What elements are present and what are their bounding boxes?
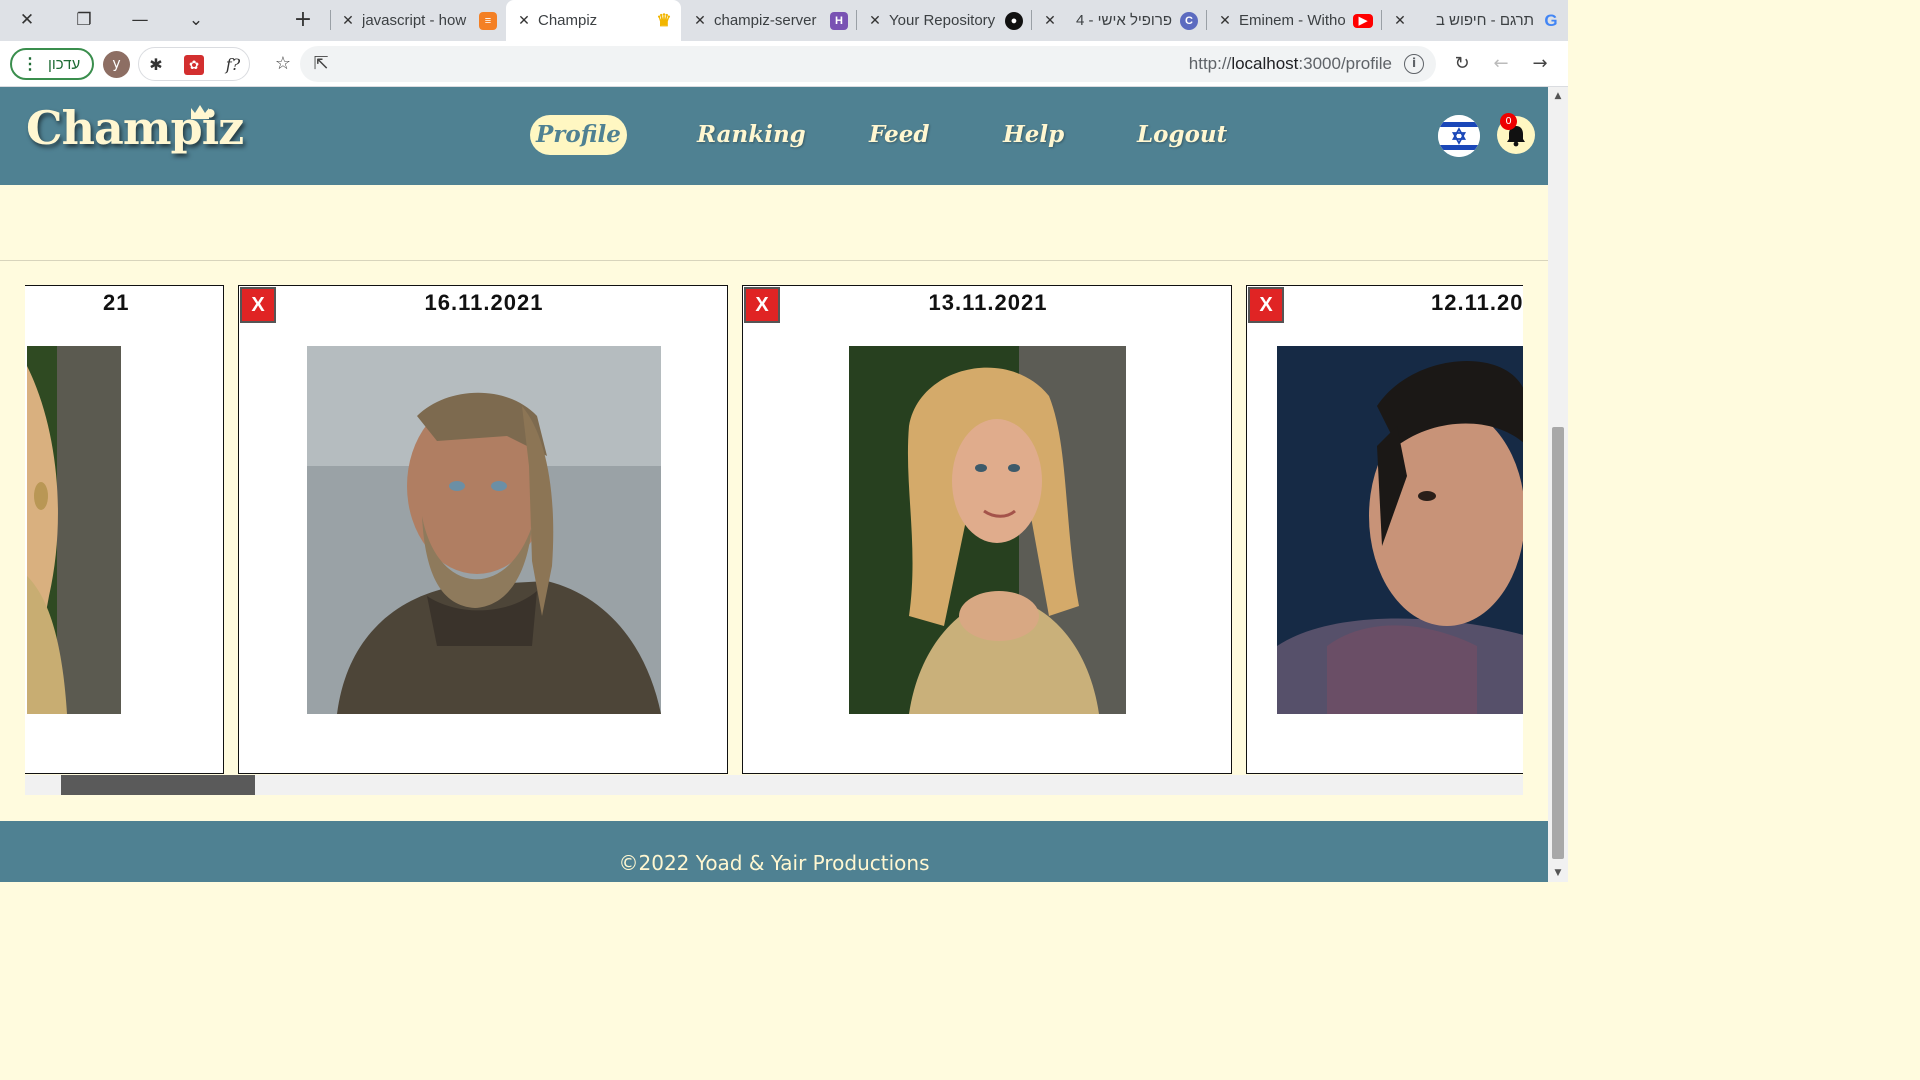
back-arrow-icon[interactable]: ← — [1490, 53, 1512, 75]
browser-tab[interactable]: ✕ Eminem - Without ▶ — [1207, 0, 1381, 41]
bookmark-star-icon[interactable]: ☆ — [272, 53, 294, 75]
nav-feed[interactable]: Feed — [869, 115, 929, 155]
photo-card: X 13.11.2021 — [742, 285, 1232, 774]
url-text: http://localhost:3000/profile — [1188, 54, 1392, 73]
israel-flag-icon — [1438, 115, 1480, 157]
close-tab-icon[interactable]: ✕ — [340, 12, 356, 29]
photo-carousel[interactable]: 21 X 16.11.2021 X 13.11.2021 X 12.11.20 — [25, 285, 1523, 795]
address-bar[interactable]: ⇱ http://localhost:3000/profile i — [300, 46, 1436, 82]
new-tab-button[interactable]: + — [289, 6, 317, 34]
extensions-group: ✱ ✿ f? — [138, 47, 250, 81]
footer-copyright: ©2022 Yoad & Yair Productions — [618, 851, 930, 875]
youtube-icon: ▶ — [1353, 13, 1373, 28]
browser-tab[interactable]: ✕ פרופיל אישי - 4 C — [1032, 0, 1206, 41]
navbar: Champiz Profile Ranking Feed Help Logout… — [0, 87, 1548, 185]
carousel-scrollbar[interactable] — [25, 775, 1523, 795]
page-scrollbar[interactable]: ▲ ▼ — [1548, 87, 1568, 882]
forward-arrow-icon[interactable]: → — [1529, 53, 1551, 75]
chevron-down-icon[interactable]: ⌄ — [182, 6, 210, 34]
minimize-window-icon[interactable]: — — [126, 6, 154, 34]
nav-help[interactable]: Help — [1003, 115, 1064, 155]
nav-ranking[interactable]: Ranking — [697, 115, 806, 155]
puzzle-extensions-icon[interactable]: ✱ — [146, 55, 166, 75]
extension-app-icon[interactable]: ✿ — [184, 55, 204, 75]
github-icon: ● — [1005, 11, 1023, 30]
update-button[interactable]: ⋮ עדכון — [10, 48, 94, 80]
reload-icon[interactable]: ↻ — [1451, 53, 1473, 75]
browser-tab-active[interactable]: ✕ Champiz ♛ — [506, 0, 681, 41]
avatar[interactable]: y — [103, 51, 130, 78]
card-date: 16.11.2021 — [424, 290, 544, 315]
page-viewport: Champiz Profile Ranking Feed Help Logout… — [0, 87, 1548, 882]
browser-tab[interactable]: ✕ javascript - how ≡ — [330, 0, 505, 41]
card-date: 13.11.2021 — [928, 290, 1048, 315]
logo[interactable]: Champiz — [26, 101, 244, 155]
crown-icon — [191, 105, 209, 119]
browser-tab[interactable]: ✕ תרגם - חיפוש ב G — [1382, 0, 1568, 41]
close-tab-icon[interactable]: ✕ — [867, 12, 883, 29]
photo-man-viking — [307, 346, 661, 714]
scroll-down-icon[interactable]: ▼ — [1552, 868, 1564, 878]
close-tab-icon[interactable]: ✕ — [1042, 12, 1058, 29]
share-icon[interactable]: ⇱ — [310, 53, 332, 75]
close-tab-icon[interactable]: ✕ — [516, 12, 532, 29]
card-date: 12.11.2021 — [1431, 290, 1523, 315]
delete-photo-button[interactable]: X — [1248, 287, 1284, 323]
close-window-icon[interactable]: ✕ — [13, 6, 41, 34]
restore-window-icon[interactable]: ❐ — [70, 6, 98, 34]
more-vertical-icon: ⋮ — [22, 56, 38, 73]
heroku-icon: H — [830, 11, 848, 30]
stackoverflow-icon: ≡ — [479, 11, 497, 30]
divider — [0, 260, 1548, 261]
crown-icon: ♛ — [656, 10, 672, 30]
nav-profile[interactable]: Profile — [530, 115, 627, 155]
footer: ©2022 Yoad & Yair Productions — [0, 821, 1548, 882]
info-icon[interactable]: i — [1404, 54, 1424, 74]
browser-tab[interactable]: ✕ champiz-server H — [682, 0, 856, 41]
google-icon: G — [1544, 10, 1558, 30]
photo-woman-blonde — [849, 346, 1126, 714]
photo-man-dark-hair — [1277, 346, 1523, 714]
close-tab-icon[interactable]: ✕ — [1392, 12, 1408, 29]
photo-woman-blonde — [27, 346, 121, 714]
photo-card: X 16.11.2021 — [238, 285, 728, 774]
card-date: 21 — [103, 290, 130, 315]
close-tab-icon[interactable]: ✕ — [692, 12, 708, 29]
browser-tab-strip: ✕ ❐ — ⌄ + ✕ javascript - how ≡ ✕ Champiz… — [0, 0, 1568, 41]
notification-count-badge: 0 — [1500, 113, 1517, 130]
browser-toolbar: ⋮ עדכון y ✱ ✿ f? ☆ ⇱ http://localhost:30… — [0, 41, 1568, 87]
colorful-c-icon: C — [1180, 11, 1198, 30]
photo-card: X 12.11.2021 — [1246, 285, 1523, 774]
close-tab-icon[interactable]: ✕ — [1217, 12, 1233, 29]
carousel-scrollbar-thumb[interactable] — [61, 775, 255, 795]
browser-tab[interactable]: ✕ Your Repository ● — [857, 0, 1031, 41]
page-scrollbar-thumb[interactable] — [1552, 427, 1564, 859]
nav-logout[interactable]: Logout — [1137, 115, 1227, 155]
formula-extension-icon[interactable]: f? — [223, 55, 243, 75]
photo-card: 21 — [25, 285, 224, 774]
scroll-up-icon[interactable]: ▲ — [1552, 91, 1564, 101]
language-flag-button[interactable] — [1438, 115, 1480, 157]
